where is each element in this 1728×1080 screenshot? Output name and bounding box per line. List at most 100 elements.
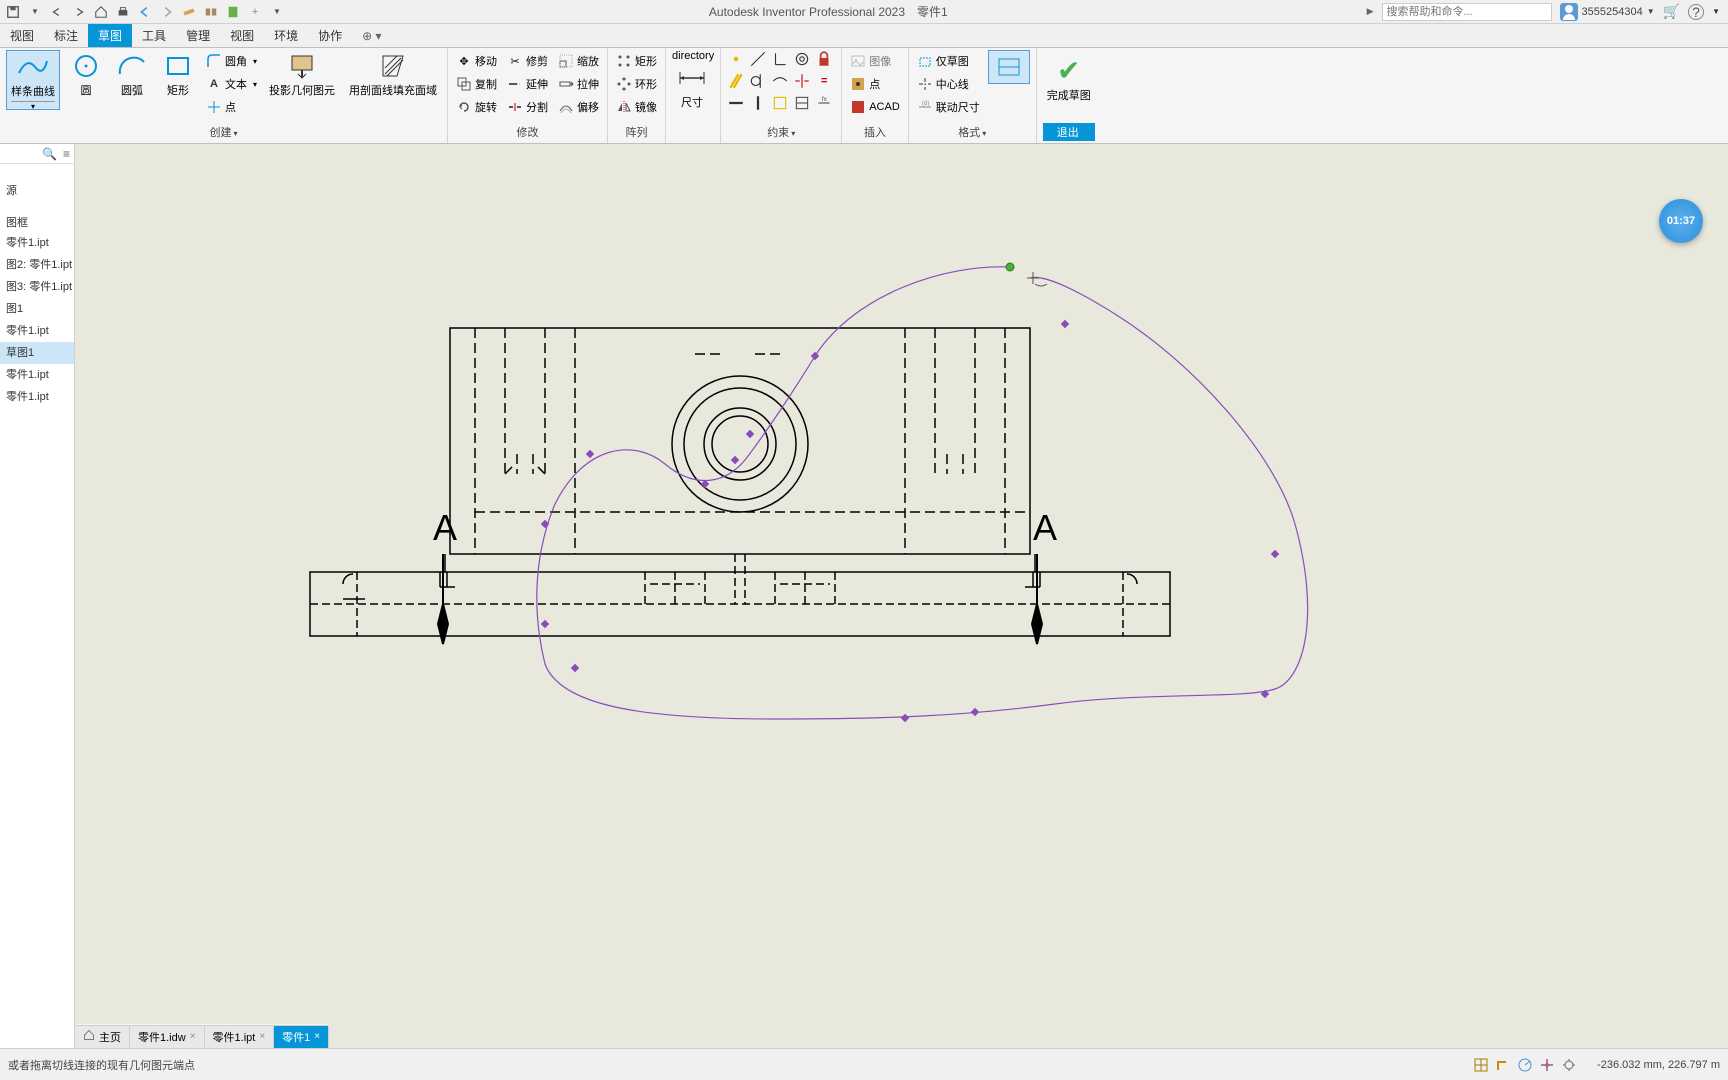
constraint-settings-icon[interactable]	[793, 94, 811, 112]
plus-icon[interactable]: +	[246, 3, 264, 21]
insert-point-button[interactable]: 点	[848, 73, 902, 95]
centerline-button[interactable]: 中心线	[915, 73, 982, 95]
undo-icon[interactable]	[48, 3, 66, 21]
tab-annotate[interactable]: 标注	[44, 24, 88, 47]
browser-item-6[interactable]: 零件1.ipt	[0, 364, 74, 386]
save-icon[interactable]	[4, 3, 22, 21]
circle-button[interactable]: 圆	[66, 50, 106, 100]
doc-tab-home[interactable]: 主页	[75, 1025, 130, 1048]
search-input[interactable]	[1382, 3, 1552, 21]
close-tab-icon[interactable]: ×	[190, 1031, 196, 1042]
browser-item-4[interactable]: 零件1.ipt	[0, 320, 74, 342]
panel-constrain-label[interactable]: 约束▾	[727, 123, 835, 141]
snap-icon[interactable]	[1473, 1057, 1489, 1073]
fillet-button[interactable]: 圆角▾	[204, 50, 259, 72]
point-button[interactable]: 点	[204, 96, 259, 118]
ortho-icon[interactable]	[1495, 1057, 1511, 1073]
image-button[interactable]: 图像	[848, 50, 902, 72]
measure-icon[interactable]	[180, 3, 198, 21]
dimension-button[interactable]: 尺寸	[672, 62, 712, 112]
horizontal-icon[interactable]	[727, 94, 745, 112]
browser-group-frame[interactable]: 图框	[0, 200, 74, 232]
search-arrow-icon[interactable]: ▶	[1367, 6, 1374, 17]
save-dropdown-icon[interactable]: ▼	[26, 3, 44, 21]
lock-icon[interactable]	[815, 50, 833, 68]
panel-pattern-label[interactable]: 阵列	[614, 123, 659, 141]
assembly-icon[interactable]	[202, 3, 220, 21]
cart-icon[interactable]: 🛒	[1663, 3, 1680, 20]
tangent-icon[interactable]	[749, 72, 767, 90]
browser-group-source[interactable]: 源	[0, 168, 74, 200]
doc-tab-part1[interactable]: 零件1 ×	[274, 1025, 329, 1048]
mirror-button[interactable]: 镜像	[614, 96, 659, 118]
tab-manage[interactable]: 管理	[176, 24, 220, 47]
browser-item-5[interactable]: 草图1	[0, 342, 74, 364]
text-button[interactable]: A文本▾	[204, 73, 259, 95]
concentric-icon[interactable]	[793, 50, 811, 68]
close-tab-icon[interactable]: ×	[259, 1031, 265, 1042]
sheet-icon[interactable]	[224, 3, 242, 21]
doc-tab-ipt[interactable]: 零件1.ipt ×	[205, 1025, 275, 1048]
redo-icon[interactable]	[70, 3, 88, 21]
arc-button[interactable]: 圆弧	[112, 50, 152, 100]
hatch-button[interactable]: 用剖面线填充面域	[345, 50, 441, 100]
symmetric-icon[interactable]	[793, 72, 811, 90]
browser-item-7[interactable]: 零件1.ipt	[0, 386, 74, 408]
menu-browser-icon[interactable]: ≡	[63, 147, 70, 161]
sketch-only-button[interactable]: 仅草图	[915, 50, 982, 72]
smooth-icon[interactable]	[771, 72, 789, 90]
auto-dimension-icon[interactable]: fx	[815, 94, 833, 112]
print-icon[interactable]	[114, 3, 132, 21]
forward-icon[interactable]	[158, 3, 176, 21]
tab-view2[interactable]: 视图	[220, 24, 264, 47]
circ-pattern-button[interactable]: 环形	[614, 73, 659, 95]
browser-item-0[interactable]: 零件1.ipt	[0, 232, 74, 254]
expand-icon[interactable]: ▼	[268, 3, 286, 21]
tab-extras[interactable]: ⊕ ▾	[352, 24, 391, 47]
home-icon[interactable]	[92, 3, 110, 21]
tab-sketch[interactable]: 草图	[88, 24, 132, 47]
equal-icon[interactable]: =	[815, 72, 833, 90]
browser-item-1[interactable]: 图2: 零件1.ipt	[0, 254, 74, 276]
doc-tab-idw[interactable]: 零件1.idw ×	[130, 1025, 205, 1048]
offset-button[interactable]: 偏移	[556, 96, 601, 118]
trim-button[interactable]: ✂修剪	[505, 50, 550, 72]
settings-icon[interactable]	[1561, 1057, 1577, 1073]
polar-icon[interactable]	[1517, 1057, 1533, 1073]
tab-collaborate[interactable]: 协作	[308, 24, 352, 47]
panel-modify-label[interactable]: 修改	[454, 123, 601, 141]
rect-button[interactable]: 矩形	[158, 50, 198, 100]
show-constraints-icon[interactable]	[771, 94, 789, 112]
rotate-button[interactable]: 旋转	[454, 96, 499, 118]
search-browser-icon[interactable]: 🔍	[42, 147, 57, 161]
close-tab-icon[interactable]: ×	[314, 1031, 320, 1042]
tab-view1[interactable]: 视图	[0, 24, 44, 47]
exit-button[interactable]: 退出	[1043, 123, 1095, 141]
user-info[interactable]: 3555254304 ▼	[1560, 3, 1655, 21]
help-icon[interactable]: ?	[1688, 4, 1704, 20]
osnap-icon[interactable]	[1539, 1057, 1555, 1073]
project-geom-button[interactable]: 投影几何图元	[265, 50, 339, 100]
browser-item-3[interactable]: 图1	[0, 298, 74, 320]
perpendicular-icon[interactable]	[771, 50, 789, 68]
panel-create-label[interactable]: 创建▾	[6, 123, 441, 141]
scale-button[interactable]: 缩放	[556, 50, 601, 72]
parallel-icon[interactable]	[727, 72, 745, 90]
move-button[interactable]: ✥移动	[454, 50, 499, 72]
stretch-button[interactable]: 拉伸	[556, 73, 601, 95]
spline-button[interactable]: 样条曲线 ▾	[6, 50, 60, 110]
split-button[interactable]: 分割	[505, 96, 550, 118]
driven-dim-button[interactable]: (d)联动尺寸	[915, 96, 982, 118]
canvas-area[interactable]: A A	[75, 144, 1728, 1048]
extend-button[interactable]: 延伸	[505, 73, 550, 95]
copy-button[interactable]: 复制	[454, 73, 499, 95]
show-format-button[interactable]	[988, 50, 1030, 84]
browser-item-2[interactable]: 图3: 零件1.ipt	[0, 276, 74, 298]
coincident-icon[interactable]	[727, 50, 745, 68]
collinear-icon[interactable]	[749, 50, 767, 68]
finish-sketch-button[interactable]: ✔ 完成草图	[1043, 50, 1095, 107]
rect-pattern-button[interactable]: 矩形	[614, 50, 659, 72]
panel-insert-label[interactable]: 插入	[848, 123, 902, 141]
acad-button[interactable]: ACAD	[848, 96, 902, 118]
panel-format-label[interactable]: 格式▾	[915, 123, 1030, 141]
